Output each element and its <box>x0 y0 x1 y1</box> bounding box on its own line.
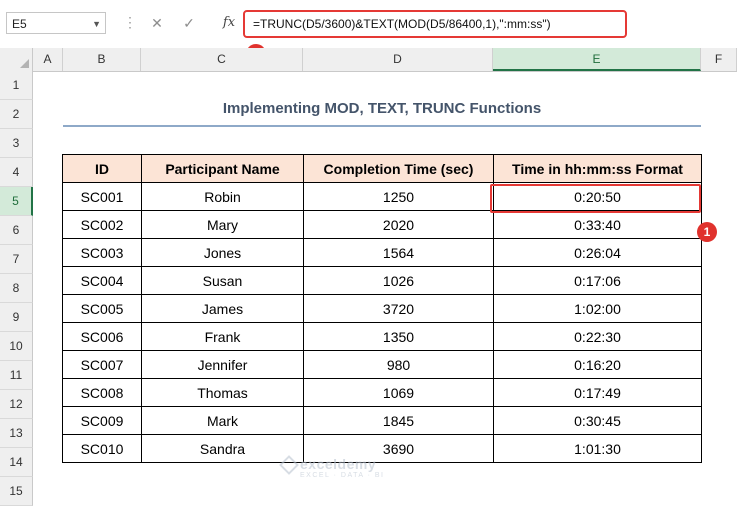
table-cell[interactable]: Robin <box>141 182 304 211</box>
enter-icon[interactable]: ✓ <box>178 13 200 33</box>
table-cell[interactable]: 3720 <box>303 294 494 323</box>
row-header-6[interactable]: 6 <box>0 216 33 245</box>
row-header-12[interactable]: 12 <box>0 390 33 419</box>
row-header-4[interactable]: 4 <box>0 158 33 187</box>
table-row: SC008 Thomas 1069 0:17:49 <box>62 378 702 407</box>
table-cell[interactable]: SC008 <box>62 378 142 407</box>
column-header-d[interactable]: D <box>303 48 493 71</box>
row-header-2[interactable]: 2 <box>0 100 33 129</box>
row-header-3[interactable]: 3 <box>0 129 33 158</box>
formula-bar: E5 ▼ ⋮ ✕ ✓ fx =TRUNC(D5/3600)&TEXT(MOD(D… <box>0 0 737 64</box>
header-cell-completion-time[interactable]: Completion Time (sec) <box>303 154 494 183</box>
table-header-row: ID Participant Name Completion Time (sec… <box>62 154 702 183</box>
watermark-logo: exceldemy EXCEL · DATA · BI <box>279 455 385 479</box>
column-header-a[interactable]: A <box>33 48 63 71</box>
table-cell[interactable]: 1069 <box>303 378 494 407</box>
column-header-e[interactable]: E <box>493 48 701 71</box>
row-header-7[interactable]: 7 <box>0 245 33 274</box>
table-row: SC004 Susan 1026 0:17:06 <box>62 266 702 295</box>
worksheet-grid: A B C D E F 1 2 3 4 5 6 7 8 9 10 11 12 1… <box>0 48 737 507</box>
row-header-9[interactable]: 9 <box>0 303 33 332</box>
name-box-value: E5 <box>12 17 27 31</box>
table-cell[interactable]: 0:30:45 <box>493 406 702 435</box>
row-header-14[interactable]: 14 <box>0 448 33 477</box>
sheet-title: Implementing MOD, TEXT, TRUNC Functions <box>222 100 542 117</box>
watermark-name: exceldemy <box>300 456 377 472</box>
table-cell[interactable]: Sandra <box>141 434 304 463</box>
title-underline <box>63 125 701 127</box>
table-cell[interactable]: 1250 <box>303 182 494 211</box>
name-box[interactable]: E5 ▼ <box>6 12 106 34</box>
table-cell[interactable]: 980 <box>303 350 494 379</box>
table-cell[interactable]: SC009 <box>62 406 142 435</box>
row-header-13[interactable]: 13 <box>0 419 33 448</box>
table-row: SC007 Jennifer 980 0:16:20 <box>62 350 702 379</box>
table-cell[interactable]: 0:17:49 <box>493 378 702 407</box>
table-cell[interactable]: SC001 <box>62 182 142 211</box>
table-row: SC003 Jones 1564 0:26:04 <box>62 238 702 267</box>
formula-input[interactable]: =TRUNC(D5/3600)&TEXT(MOD(D5/86400,1),":m… <box>243 10 627 38</box>
selected-cell-highlight <box>490 184 701 213</box>
table-cell[interactable]: SC007 <box>62 350 142 379</box>
table-cell[interactable]: Thomas <box>141 378 304 407</box>
select-all-icon <box>20 59 29 68</box>
table-cell[interactable]: 2020 <box>303 210 494 239</box>
table-cell[interactable]: Mary <box>141 210 304 239</box>
row-header-8[interactable]: 8 <box>0 274 33 303</box>
table-cell[interactable]: 0:16:20 <box>493 350 702 379</box>
header-cell-id[interactable]: ID <box>62 154 142 183</box>
row-header-11[interactable]: 11 <box>0 361 33 390</box>
table-cell[interactable]: 1:01:30 <box>493 434 702 463</box>
column-header-c[interactable]: C <box>141 48 303 71</box>
table-row: SC009 Mark 1845 0:30:45 <box>62 406 702 435</box>
table-cell[interactable]: 1350 <box>303 322 494 351</box>
table-cell[interactable]: Jennifer <box>141 350 304 379</box>
table-cell[interactable]: James <box>141 294 304 323</box>
table-cell[interactable]: SC005 <box>62 294 142 323</box>
row-header-10[interactable]: 10 <box>0 332 33 361</box>
table-cell[interactable]: SC002 <box>62 210 142 239</box>
watermark-tagline: EXCEL · DATA · BI <box>300 472 385 479</box>
table-row: SC005 James 3720 1:02:00 <box>62 294 702 323</box>
table-cell[interactable]: 1026 <box>303 266 494 295</box>
header-cell-participant-name[interactable]: Participant Name <box>141 154 304 183</box>
callout-badge-1: 1 <box>697 222 717 242</box>
table-cell[interactable]: SC010 <box>62 434 142 463</box>
table-row: SC002 Mary 2020 0:33:40 <box>62 210 702 239</box>
column-header-f[interactable]: F <box>701 48 737 71</box>
table-row: SC006 Frank 1350 0:22:30 <box>62 322 702 351</box>
drag-handle-icon[interactable]: ⋮ <box>123 14 137 31</box>
table-cell[interactable]: 1564 <box>303 238 494 267</box>
table-cell[interactable]: SC006 <box>62 322 142 351</box>
chevron-down-icon[interactable]: ▼ <box>92 13 101 35</box>
table-cell[interactable]: SC004 <box>62 266 142 295</box>
table-cell[interactable]: Mark <box>141 406 304 435</box>
row-header-15[interactable]: 15 <box>0 477 33 506</box>
table-cell[interactable]: 0:17:06 <box>493 266 702 295</box>
row-header-1[interactable]: 1 <box>0 71 33 100</box>
table-cell[interactable]: 0:22:30 <box>493 322 702 351</box>
header-cell-time-format[interactable]: Time in hh:mm:ss Format <box>493 154 702 183</box>
column-header-b[interactable]: B <box>63 48 141 71</box>
insert-function-icon[interactable]: fx <box>218 13 240 33</box>
table-cell[interactable]: 1:02:00 <box>493 294 702 323</box>
table-cell[interactable]: 0:33:40 <box>493 210 702 239</box>
select-all-corner[interactable] <box>0 48 33 71</box>
cancel-icon[interactable]: ✕ <box>146 13 168 33</box>
table-cell[interactable]: 1845 <box>303 406 494 435</box>
table-cell[interactable]: Jones <box>141 238 304 267</box>
table-cell[interactable]: 0:26:04 <box>493 238 702 267</box>
table-cell[interactable]: Susan <box>141 266 304 295</box>
table-cell[interactable]: Frank <box>141 322 304 351</box>
column-headers: A B C D E F <box>0 48 737 72</box>
table-cell[interactable]: SC003 <box>62 238 142 267</box>
row-header-5[interactable]: 5 <box>0 187 33 216</box>
